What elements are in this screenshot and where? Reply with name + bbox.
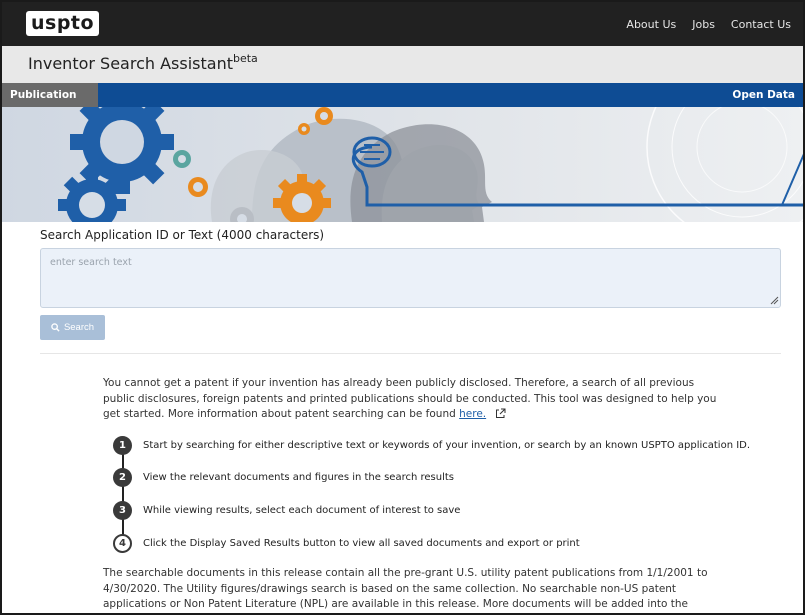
hero-banner: [2, 107, 803, 222]
nav-bar: Publication Open Data: [2, 83, 803, 107]
divider: [40, 353, 781, 354]
app-window: uspto About Us Jobs Contact Us Inventor …: [0, 0, 805, 615]
intro-text: You cannot get a patent if your inventio…: [103, 377, 717, 420]
step-number: 3: [113, 501, 132, 520]
jobs-link[interactable]: Jobs: [692, 18, 715, 31]
search-button[interactable]: Search: [40, 315, 105, 340]
open-data-link[interactable]: Open Data: [732, 83, 795, 107]
step-number: 4: [113, 534, 132, 553]
step-text: View the relevant documents and figures …: [143, 472, 454, 483]
banner-illustration: [2, 107, 803, 222]
intro-paragraph: You cannot get a patent if your inventio…: [103, 376, 723, 423]
search-icon: [51, 323, 60, 332]
about-us-link[interactable]: About Us: [626, 18, 676, 31]
step-4: 4 Click the Display Saved Results button…: [113, 534, 580, 553]
footer-paragraph: The searchable documents in this release…: [103, 567, 708, 610]
step-text: Start by searching for either descriptiv…: [143, 440, 751, 451]
title-bar: Inventor Search Assistantbeta: [2, 46, 803, 83]
search-button-label: Search: [63, 322, 95, 333]
uspto-logo[interactable]: uspto: [26, 11, 100, 36]
steps-connector: [122, 448, 124, 544]
search-label: Search Application ID or Text (4000 char…: [40, 228, 325, 242]
step-number: 2: [113, 468, 132, 487]
beta-tag: beta: [232, 52, 258, 65]
external-link-icon[interactable]: [495, 408, 506, 419]
contact-us-link[interactable]: Contact Us: [731, 18, 791, 31]
step-text: While viewing results, select each docum…: [143, 505, 461, 516]
resize-grip-icon[interactable]: [769, 295, 779, 305]
top-links: About Us Jobs Contact Us: [610, 2, 791, 46]
search-input[interactable]: [40, 248, 781, 308]
step-number: 1: [113, 436, 132, 455]
tab-publication[interactable]: Publication: [2, 83, 98, 107]
step-2: 2 View the relevant documents and figure…: [113, 468, 454, 487]
app-title-text: Inventor Search Assistant: [28, 54, 233, 73]
app-title: Inventor Search Assistantbeta: [28, 52, 258, 73]
step-3: 3 While viewing results, select each doc…: [113, 501, 460, 520]
top-bar: uspto About Us Jobs Contact Us: [2, 2, 803, 46]
step-1: 1 Start by searching for either descript…: [113, 436, 750, 455]
step-text: Click the Display Saved Results button t…: [143, 538, 580, 549]
here-link[interactable]: here.: [459, 408, 486, 420]
